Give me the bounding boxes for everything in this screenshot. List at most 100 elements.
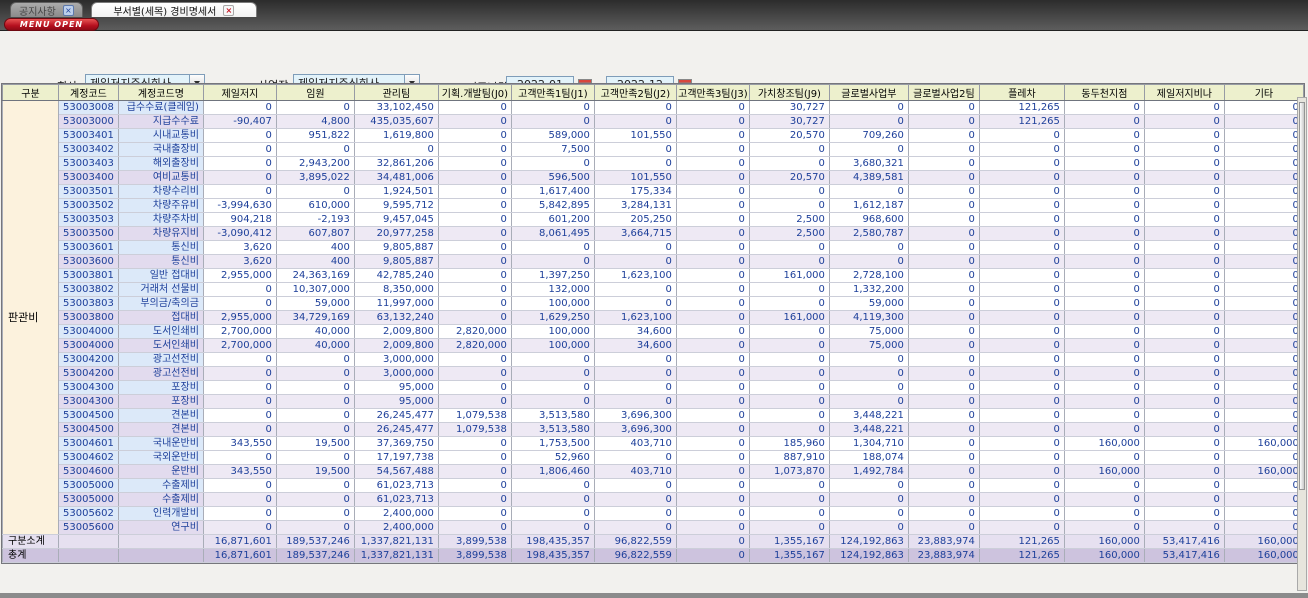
column-header: 임원 xyxy=(275,84,355,101)
table-row[interactable]: 53003503 차량주차비 904,218 -2,193 9,457,045 0 601,… xyxy=(3,212,1304,227)
value-cell: 0 xyxy=(275,492,355,507)
subtotal-row[interactable]: 구분소계 16,871,601 189,537,246 1,337,821,131 3,… xyxy=(2,534,1304,549)
value-cell: 2,009,800 xyxy=(353,338,439,353)
value-cell: 343,550 xyxy=(202,436,277,451)
value-cell: 4,800 xyxy=(275,114,355,129)
value-cell: 0 xyxy=(1143,240,1225,255)
value-cell: 0 xyxy=(275,408,355,423)
value-cell: 160,000 xyxy=(1063,436,1145,451)
table-row[interactable]: 53003800 접대비 2,955,000 34,729,169 63,132,240… xyxy=(3,310,1304,325)
table-row[interactable]: 53005000 수출제비 0 0 61,023,713 0 0 0 0 0 0 0 0 0 0 0 xyxy=(3,478,1304,493)
value-cell: 0 xyxy=(907,128,980,143)
value-cell: 0 xyxy=(675,548,750,563)
value-cell: 0 xyxy=(675,352,750,367)
value-cell: 20,977,258 xyxy=(353,226,439,241)
value-cell: 904,218 xyxy=(202,212,277,227)
value-cell: 0 xyxy=(1223,296,1304,311)
value-cell: 0 xyxy=(828,520,909,535)
table-row[interactable]: 53004200 광고선전비 0 0 3,000,000 0 0 0 0 0 0 0 0 0 0 0 xyxy=(3,366,1304,381)
account-name-cell: 광고선전비 xyxy=(117,366,204,381)
table-row[interactable]: 53004600 운반비 343,550 19,500 54,567,488 0 1,806… xyxy=(3,464,1304,479)
value-cell: 400 xyxy=(275,240,355,255)
table-row[interactable]: 53004500 견본비 0 0 26,245,477 1,079,538 3,513,58… xyxy=(3,422,1304,437)
value-cell: 8,350,000 xyxy=(353,282,439,297)
total-row[interactable]: 총계 16,871,601 189,537,246 1,337,821,131 3,89… xyxy=(2,548,1304,563)
table-row[interactable]: 53005000 수출제비 0 0 61,023,713 0 0 0 0 0 0 0 0 0 0 0 xyxy=(3,492,1304,507)
value-cell: 0 xyxy=(748,156,830,171)
table-row[interactable]: 53004300 포장비 0 0 95,000 0 0 0 0 0 0 0 0 0 0 0 xyxy=(3,394,1304,409)
value-cell: 0 xyxy=(978,464,1065,479)
tab-notice[interactable]: 공지사항 × xyxy=(10,2,83,18)
value-cell: 33,102,450 xyxy=(353,100,439,115)
value-cell: 0 xyxy=(748,352,830,367)
value-cell: 0 xyxy=(437,352,512,367)
value-cell: 0 xyxy=(510,520,595,535)
table-row[interactable]: 53004300 포장비 0 0 95,000 0 0 0 0 0 0 0 0 0 0 0 xyxy=(3,380,1304,395)
value-cell: 0 xyxy=(748,296,830,311)
scrollbar-thumb[interactable] xyxy=(1299,102,1305,490)
table-row[interactable]: 53003801 일반 접대비 2,955,000 24,363,169 42,785,… xyxy=(3,268,1304,283)
value-cell: 124,192,863 xyxy=(828,548,909,563)
table-row[interactable]: 53003802 거래처 선물비 0 10,307,000 8,350,000 0 132,… xyxy=(3,282,1304,297)
tab-close-icon[interactable]: × xyxy=(62,4,74,16)
value-cell: 0 xyxy=(510,394,595,409)
table-row[interactable]: 53005600 연구비 0 0 2,400,000 0 0 0 0 0 0 0 0 0 0 0 xyxy=(3,520,1304,535)
account-code-cell: 53005000 xyxy=(58,492,119,507)
table-row[interactable]: 판관비 53003008 급수수료(클레임) 0 0 33,102,450 0 0 0 0 30,7… xyxy=(2,100,1304,535)
table-row[interactable]: 53003000 지급수수료 -90,407 4,800 435,035,607 0 0 0 0… xyxy=(3,114,1304,129)
table-row[interactable]: 53004601 국내운반비 343,550 19,500 37,369,750 0 1,7… xyxy=(3,436,1304,451)
value-cell: 2,943,200 xyxy=(275,156,355,171)
table-row[interactable]: 53003402 국내출장비 0 0 0 0 7,500 0 0 0 0 0 0 0 0 0 xyxy=(3,142,1304,157)
table-row[interactable]: 53003400 여비교통비 0 3,895,022 34,481,006 0 596,50… xyxy=(3,170,1304,185)
value-cell: 160,000 xyxy=(1223,534,1304,549)
table-row[interactable]: 53003803 부의금/축의금 0 59,000 11,997,000 0 100,000… xyxy=(3,296,1304,311)
account-name-cell: 수출제비 xyxy=(117,478,204,493)
value-cell: 61,023,713 xyxy=(353,492,439,507)
value-cell: 0 xyxy=(437,170,512,185)
value-cell: 37,369,750 xyxy=(353,436,439,451)
value-cell: 0 xyxy=(437,212,512,227)
value-cell: 26,245,477 xyxy=(353,408,439,423)
table-row[interactable]: 53004000 도서인쇄비 2,700,000 40,000 2,009,800 2,8… xyxy=(3,324,1304,339)
table-row[interactable]: 53003500 차량유지비 -3,090,412 607,807 20,977,258… xyxy=(3,226,1304,241)
value-cell: 0 xyxy=(675,198,750,213)
table-row[interactable]: 53003601 통신비 3,620 400 9,805,887 0 0 0 0 0 0 0 0 0 0 0 xyxy=(3,240,1304,255)
table-row[interactable]: 53003600 통신비 3,620 400 9,805,887 0 0 0 0 0 0 0 0 0 0 0 xyxy=(3,254,1304,269)
table-row[interactable]: 53003502 차량주유비 -3,994,630 610,000 9,595,712 0… xyxy=(3,198,1304,213)
table-row[interactable]: 53004200 광고선전비 0 0 3,000,000 0 0 0 0 0 0 0 0 0 0 0 xyxy=(3,352,1304,367)
table-row[interactable]: 53003401 시내교통비 0 951,822 1,619,800 0 589,000 10… xyxy=(3,128,1304,143)
menu-open-button[interactable]: MENU OPEN xyxy=(4,18,99,31)
value-cell: 3,899,538 xyxy=(437,534,512,549)
tab-close-icon[interactable]: × xyxy=(223,4,235,16)
value-cell: 0 xyxy=(1223,520,1304,535)
value-cell: 160,000 xyxy=(1063,464,1145,479)
table-row[interactable]: 53005602 인력개발비 0 0 2,400,000 0 0 0 0 0 0 0 0 0 0 0 xyxy=(3,506,1304,521)
value-cell: 0 xyxy=(437,478,512,493)
table-row[interactable]: 53003501 차량수리비 0 0 1,924,501 0 1,617,400 175,33… xyxy=(3,184,1304,199)
table-row[interactable]: 53004000 도서인쇄비 2,700,000 40,000 2,009,800 2,8… xyxy=(3,338,1304,353)
value-cell: 160,000 xyxy=(1223,464,1304,479)
vertical-scrollbar[interactable] xyxy=(1297,97,1307,591)
table-row[interactable]: 53004602 국외운반비 0 0 17,197,738 0 52,960 0 0 887,91… xyxy=(3,450,1304,465)
value-cell: 17,197,738 xyxy=(353,450,439,465)
value-cell: 0 xyxy=(1143,254,1225,269)
value-cell: 0 xyxy=(202,170,277,185)
value-cell: 101,550 xyxy=(593,128,677,143)
value-cell: 0 xyxy=(1223,170,1304,185)
account-name-cell: 접대비 xyxy=(117,310,204,325)
table-row[interactable]: 53003403 해외출장비 0 2,943,200 32,861,206 0 0 0 0 0 3,… xyxy=(3,156,1304,171)
column-header: 고객만족1팀(J1) xyxy=(510,84,595,101)
value-cell: 0 xyxy=(907,436,980,451)
value-cell: 0 xyxy=(978,296,1065,311)
value-cell: 0 xyxy=(907,296,980,311)
value-cell: 101,550 xyxy=(593,170,677,185)
value-cell: 0 xyxy=(437,226,512,241)
value-cell: 5,842,895 xyxy=(510,198,595,213)
value-cell: 16,871,601 xyxy=(202,548,277,563)
account-name-cell: 연구비 xyxy=(117,520,204,535)
tab-expense-report[interactable]: 부서별(세목) 경비명세서 × xyxy=(90,2,257,18)
value-cell: 0 xyxy=(828,240,909,255)
value-cell: 0 xyxy=(978,324,1065,339)
table-row[interactable]: 53004500 견본비 0 0 26,245,477 1,079,538 3,513,58… xyxy=(3,408,1304,423)
value-cell: 0 xyxy=(202,506,277,521)
